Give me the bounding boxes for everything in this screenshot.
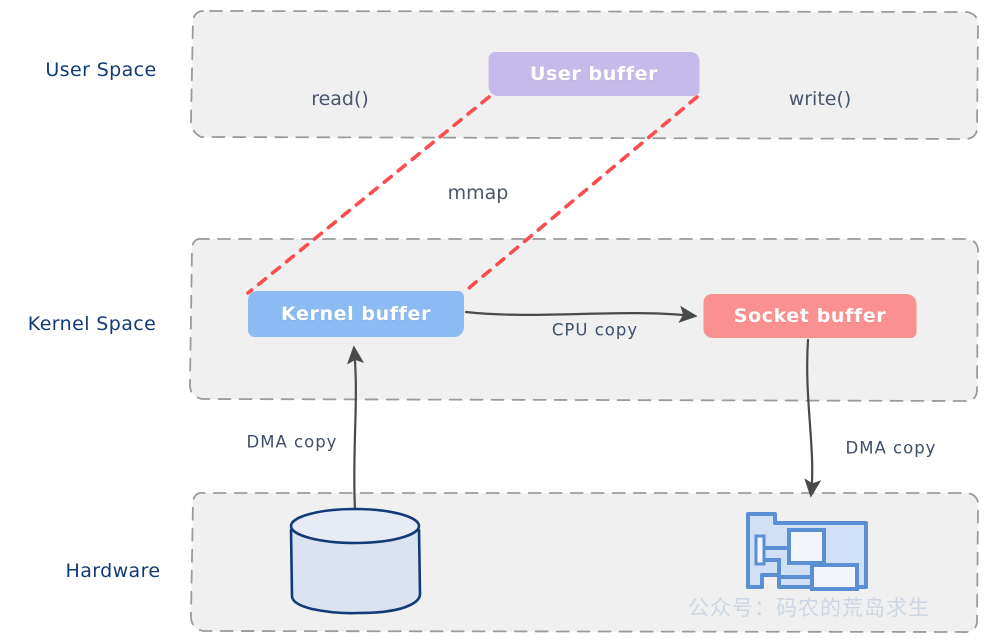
zone-label-user-space: User Space <box>45 59 157 81</box>
write-syscall-label: write() <box>788 88 852 110</box>
disk-icon <box>289 507 422 615</box>
dma-copy-right-label: DMA copy <box>845 438 937 458</box>
mmap-label: mmap <box>447 182 509 204</box>
diagram-canvas: User Space Kernel Space Hardware User bu… <box>0 0 989 639</box>
user-buffer-chip[interactable]: User buffer <box>488 52 700 96</box>
zone-label-kernel-space: Kernel Space <box>27 313 157 335</box>
socket-buffer-chip[interactable]: Socket buffer <box>703 294 917 338</box>
zone-label-hardware: Hardware <box>65 560 161 582</box>
read-syscall-label: read() <box>311 88 369 110</box>
watermark-text: 公众号：码农的荒岛求生 <box>688 596 930 620</box>
cpu-copy-label: CPU copy <box>551 320 639 340</box>
dma-copy-left-label: DMA copy <box>246 432 338 452</box>
kernel-buffer-chip[interactable]: Kernel buffer <box>248 291 464 337</box>
